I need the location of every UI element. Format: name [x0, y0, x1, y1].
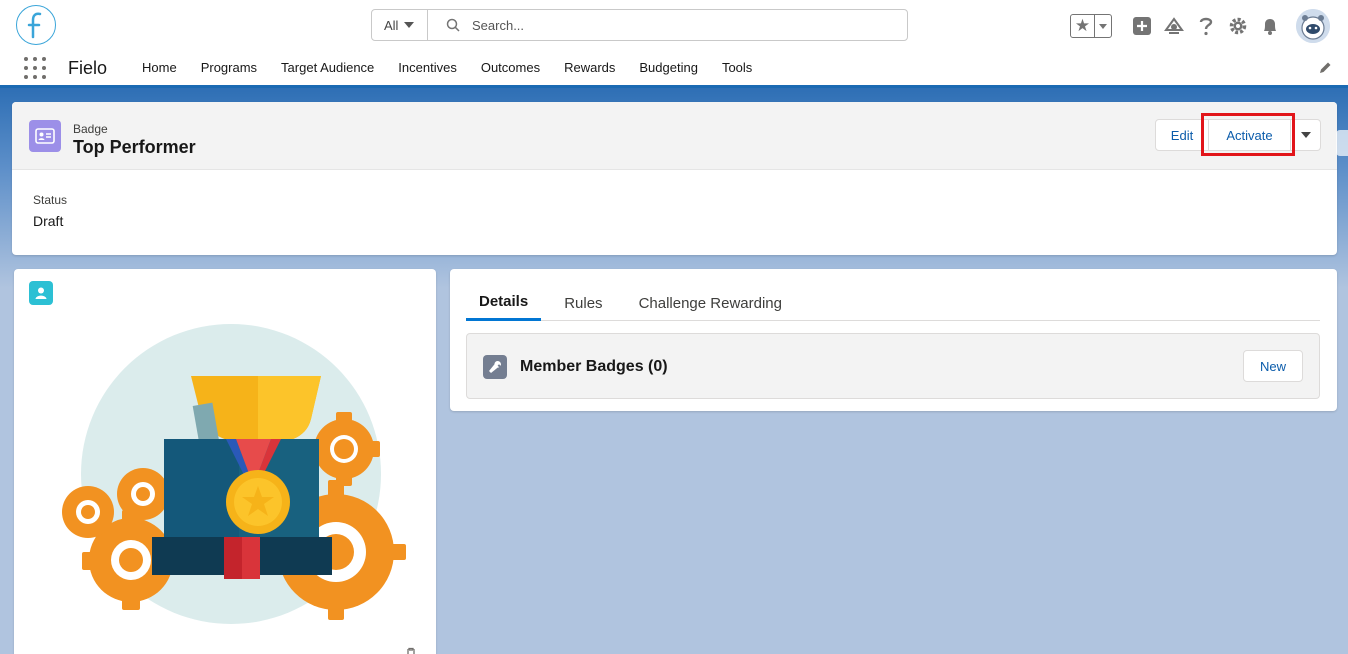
app-launcher-icon[interactable] [24, 57, 46, 79]
record-tabs-card: Details Rules Challenge Rewarding Member… [450, 269, 1337, 411]
chevron-down-icon [404, 22, 415, 28]
record-name: Top Performer [73, 137, 196, 157]
status-field-label: Status [33, 193, 68, 207]
search-scope-dropdown[interactable]: All [372, 10, 428, 40]
edit-button[interactable]: Edit [1155, 119, 1209, 151]
badge-image-card [14, 269, 436, 654]
tab-rules[interactable]: Rules [551, 285, 615, 321]
nav-item-programs[interactable]: Programs [189, 50, 269, 85]
favorites-dropdown-icon[interactable] [1095, 23, 1111, 29]
related-list-title: Member Badges (0) [520, 358, 668, 375]
nav-item-budgeting[interactable]: Budgeting [627, 50, 710, 85]
badge-object-icon [29, 120, 61, 152]
contact-icon [29, 281, 53, 305]
wrench-icon [483, 355, 507, 379]
member-badges-related-list: Member Badges (0) New [466, 333, 1320, 399]
search-icon [446, 18, 460, 32]
more-actions-button[interactable] [1291, 119, 1321, 151]
chevron-down-icon [1300, 132, 1311, 138]
object-type-label: Badge [73, 122, 108, 136]
add-icon[interactable] [1131, 15, 1153, 37]
new-member-badge-button[interactable]: New [1243, 350, 1303, 382]
nav-items: Home Programs Target Audience Incentives… [130, 50, 764, 85]
global-search: All [371, 9, 908, 41]
user-avatar[interactable] [1296, 9, 1330, 43]
fielo-logo-icon [27, 12, 42, 39]
astro-avatar-icon [1296, 9, 1330, 43]
nav-item-outcomes[interactable]: Outcomes [469, 50, 552, 85]
nav-item-tools[interactable]: Tools [710, 50, 764, 85]
record-highlights-panel: Badge Top Performer Edit Activate Status… [12, 102, 1337, 255]
global-header: All ★ [0, 0, 1348, 50]
record-header: Badge Top Performer Edit Activate [12, 102, 1337, 170]
search-scope-label: All [384, 17, 399, 33]
edit-nav-pencil-icon[interactable] [1318, 61, 1332, 75]
search-field [428, 10, 907, 40]
nav-item-target-audience[interactable]: Target Audience [269, 50, 386, 85]
fielo-logo[interactable] [16, 5, 56, 45]
tab-details[interactable]: Details [466, 285, 542, 321]
header-utility-icons: ★ [1070, 9, 1330, 43]
utility-side-tab[interactable] [1336, 130, 1348, 156]
status-field-value: Draft [33, 213, 64, 229]
setup-gear-icon[interactable] [1227, 15, 1249, 37]
notifications-bell-icon[interactable] [1259, 15, 1281, 37]
favorites-star-icon[interactable]: ★ [1071, 15, 1095, 37]
tab-challenge-rewarding[interactable]: Challenge Rewarding [626, 285, 795, 321]
app-name: Fielo [68, 58, 108, 78]
nav-item-incentives[interactable]: Incentives [386, 50, 469, 85]
badge-illustration-image [62, 324, 406, 624]
trailhead-icon[interactable] [1163, 15, 1185, 37]
search-input[interactable] [472, 17, 872, 33]
nav-item-rewards[interactable]: Rewards [552, 50, 627, 85]
activate-button[interactable]: Activate [1209, 119, 1291, 151]
record-tabs: Details Rules Challenge Rewarding [466, 285, 1320, 321]
favorites-button-group: ★ [1070, 14, 1112, 38]
nav-item-home[interactable]: Home [130, 50, 189, 85]
delete-image-icon[interactable] [405, 647, 417, 654]
record-actions: Edit Activate [1155, 119, 1321, 151]
help-icon[interactable] [1195, 15, 1217, 37]
app-navigation-bar: Fielo Home Programs Target Audience Ince… [0, 50, 1348, 88]
